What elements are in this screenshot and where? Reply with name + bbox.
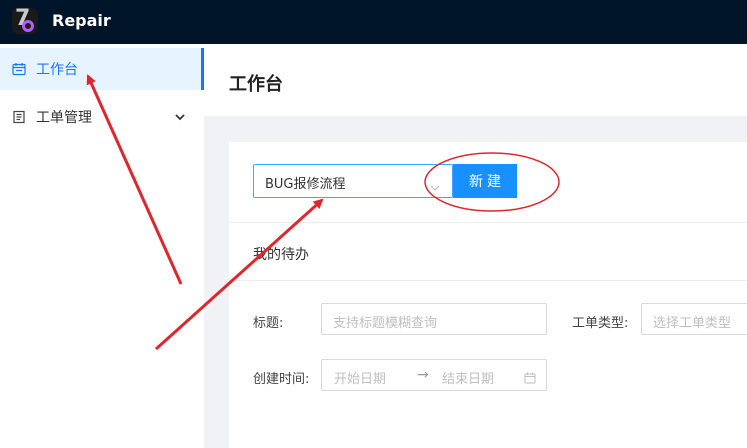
start-date-input[interactable]: 开始日期 [334, 368, 386, 387]
top-bar: 7 Repair [0, 0, 747, 44]
chevron-down-icon[interactable] [174, 111, 186, 123]
sidebar-item-ticket-management[interactable]: 工单管理 [0, 96, 204, 138]
process-select[interactable]: BUG报修流程 [253, 164, 453, 198]
content-header: 工作台 [204, 44, 747, 116]
ticket-type-label: 工单类型: [572, 316, 629, 331]
divider [229, 280, 747, 281]
end-date-input[interactable]: 结束日期 [442, 368, 494, 387]
clipboard-icon [12, 110, 26, 124]
app-title: Repair [52, 11, 111, 30]
app-logo-icon: 7 [12, 8, 38, 34]
sidebar-item-workbench[interactable]: 工作台 [0, 48, 204, 90]
sidebar: 工作台 工单管理 [0, 44, 204, 448]
chevron-down-icon [430, 177, 440, 191]
ticket-type-select[interactable]: 选择工单类型 [641, 303, 747, 335]
todo-section-title: 我的待办 [253, 247, 309, 263]
range-arrow-icon: → [417, 367, 429, 383]
title-search-placeholder: 支持标题模糊查询 [333, 316, 438, 331]
calendar-icon [524, 369, 536, 384]
title-search-input[interactable]: 支持标题模糊查询 [321, 303, 547, 335]
date-range-picker[interactable]: 开始日期 → 结束日期 [321, 359, 547, 391]
sidebar-item-label: 工单管理 [36, 110, 92, 126]
calendar-icon [12, 62, 26, 76]
process-select-value: BUG报修流程 [265, 177, 346, 192]
new-button[interactable]: 新建 [453, 164, 517, 198]
ticket-type-placeholder: 选择工单类型 [653, 316, 732, 331]
created-time-label: 创建时间: [253, 372, 310, 387]
workbench-card: BUG报修流程 新建 我的待办 标题: 支持标题模糊查询 工单类型: 选择工单类… [229, 142, 747, 448]
sidebar-item-label: 工作台 [36, 62, 78, 78]
title-filter-label: 标题: [253, 316, 284, 331]
divider [229, 222, 747, 223]
page-title: 工作台 [229, 74, 283, 95]
